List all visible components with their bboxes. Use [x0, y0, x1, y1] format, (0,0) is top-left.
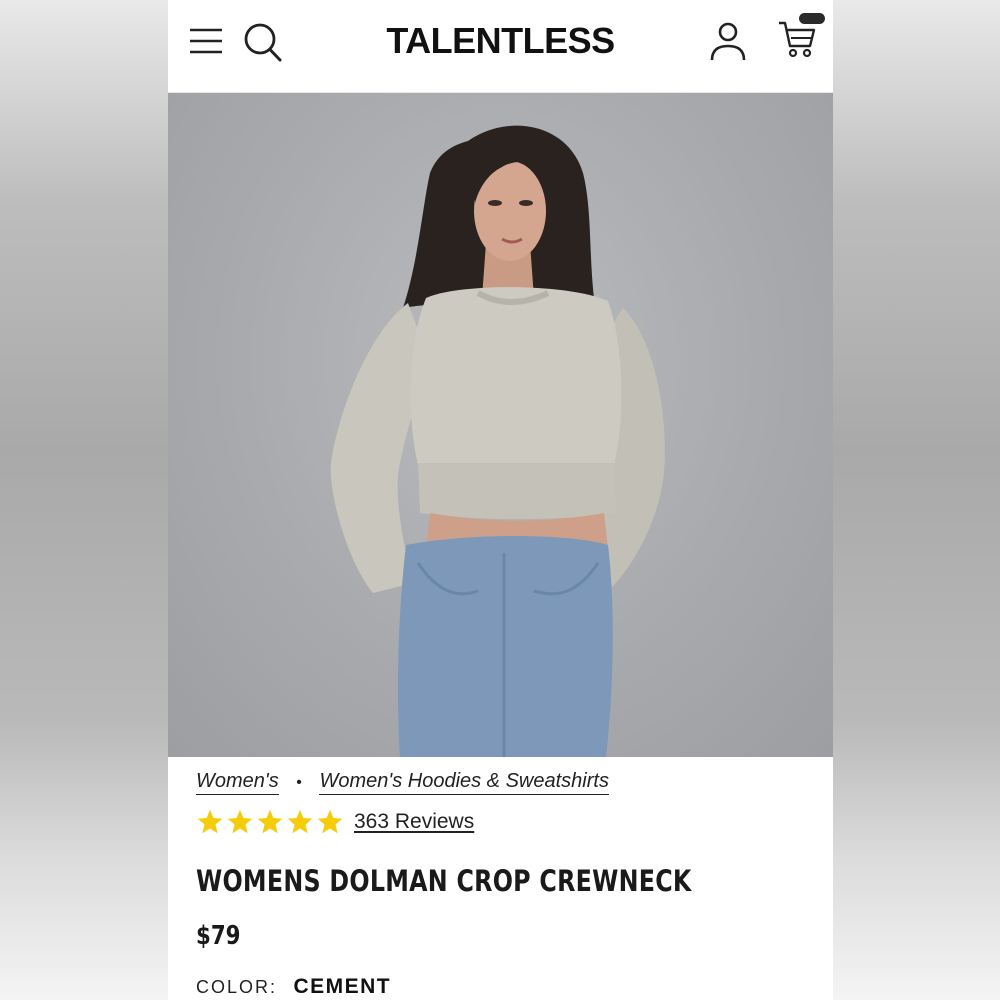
- breadcrumb: Women's • Women's Hoodies & Sweatshirts: [196, 770, 609, 795]
- color-selector: COLOR: CEMENT: [196, 975, 391, 999]
- star-icon: [317, 809, 343, 834]
- product-image[interactable]: [168, 93, 833, 757]
- star-icon: [227, 809, 253, 834]
- star-icon: [257, 809, 283, 834]
- selected-color-value: CEMENT: [293, 975, 392, 998]
- cart-icon[interactable]: [776, 18, 820, 60]
- cart-count-badge: [799, 13, 825, 24]
- star-icon: [287, 809, 313, 834]
- breadcrumb-link-hoodies-sweatshirts[interactable]: Women's Hoodies & Sweatshirts: [319, 770, 609, 795]
- product-price: $79: [196, 921, 241, 951]
- model-illustration: [330, 125, 665, 757]
- site-header: TALENTLESS: [168, 0, 833, 93]
- color-label: COLOR:: [196, 977, 278, 997]
- account-icon[interactable]: [708, 20, 748, 62]
- product-title: WOMENS DOLMAN CROP CREWNECK: [196, 864, 692, 898]
- product-page: TALENTLESS Women's • Women's Hoodies & S…: [168, 0, 833, 1000]
- star-icon: [197, 809, 223, 834]
- product-rating: 363 Reviews: [196, 808, 474, 836]
- breadcrumb-separator: •: [296, 774, 302, 791]
- star-rating: [196, 808, 344, 836]
- reviews-link[interactable]: 363 Reviews: [354, 810, 474, 834]
- breadcrumb-link-womens[interactable]: Women's: [196, 770, 279, 795]
